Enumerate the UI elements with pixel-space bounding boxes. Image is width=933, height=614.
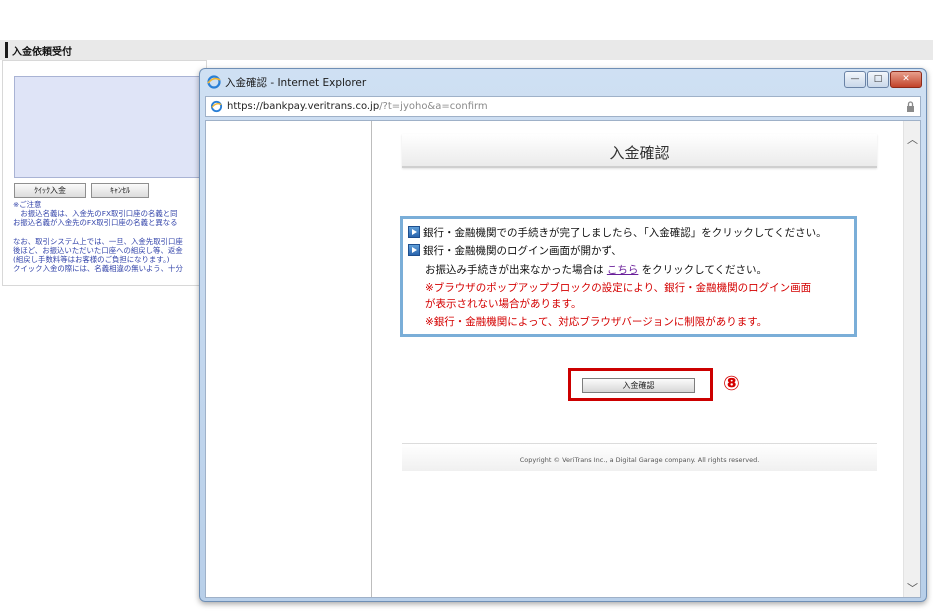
step-number-badge: ⑧	[723, 371, 740, 395]
instruction-line-2: 銀行・金融機関のログイン画面が開かず、	[423, 245, 622, 257]
vertical-scrollbar[interactable]: ︿ ﹀	[903, 121, 920, 597]
maximize-button[interactable]: □	[867, 71, 889, 88]
window-title: 入金確認 - Internet Explorer	[225, 77, 367, 89]
bullet-arrow-icon	[408, 244, 420, 256]
transfer-text-after: をクリックしてください。	[638, 264, 768, 276]
scroll-down-icon[interactable]: ﹀	[904, 580, 921, 597]
header-accent-bar	[5, 42, 8, 58]
heading-banner: 入金確認	[402, 134, 877, 168]
background-page-header: 入金依頼受付	[0, 40, 933, 60]
instruction-line-1: 銀行・金融機関での手続きが完了しましたら、「入金確認」をクリックしてください。	[423, 227, 827, 239]
ie-logo-icon	[207, 75, 221, 89]
browser-version-warning: ※銀行・金融機関によって、対応ブラウザバージョンに制限があります。	[425, 316, 768, 328]
scroll-up-icon[interactable]: ︿	[904, 131, 921, 148]
address-url: https://bankpay.veritrans.co.jp/?t=jyoho…	[227, 101, 488, 112]
lock-icon[interactable]	[906, 101, 915, 112]
instructions-box: 銀行・金融機関での手続きが完了しましたら、「入金確認」をクリックしてください。 …	[400, 216, 857, 337]
url-path: /?t=jyoho&a=confirm	[379, 101, 488, 112]
address-bar[interactable]: https://bankpay.veritrans.co.jp/?t=jyoho…	[205, 96, 921, 117]
url-host: https://bankpay.veritrans.co.jp	[227, 101, 380, 112]
ie-popup-window: 入金確認 - Internet Explorer — □ ✕ https://b…	[199, 68, 927, 602]
notes-text: ※ご注意 お振込名義は、入金先のFX取引口座の名義と同 お振込名義が入金先のFX…	[13, 200, 178, 227]
footer: Copyright © VeriTrans Inc., a Digital Ga…	[402, 443, 877, 471]
minimize-button[interactable]: —	[844, 71, 866, 88]
here-link[interactable]: こちら	[607, 264, 639, 276]
copyright-text: Copyright © VeriTrans Inc., a Digital Ga…	[519, 456, 760, 464]
bank-selection-area[interactable]	[14, 76, 204, 178]
browser-content: 入金確認 銀行・金融機関での手続きが完了しましたら、「入金確認」をクリックしてく…	[205, 120, 921, 598]
content-heading: 入金確認	[609, 144, 670, 162]
cancel-button[interactable]: ｷｬﾝｾﾙ	[91, 183, 149, 198]
popup-block-warning: ※ブラウザのポップアップブロックの設定により、銀行・金融機関のログイン画面	[425, 282, 812, 294]
deposit-confirm-button[interactable]: 入金確認	[582, 378, 695, 393]
bullet-arrow-icon	[408, 226, 420, 238]
ie-page-icon	[210, 100, 223, 113]
transfer-text-before: お振込み手続きが出来なかった場合は	[425, 264, 607, 276]
instruction-line-3: お振込み手続きが出来なかった場合は こちら をクリックしてください。	[425, 262, 767, 277]
quick-deposit-button[interactable]: ｸｲｯｸ入金	[14, 183, 86, 198]
page-title: 入金依頼受付	[12, 47, 72, 58]
left-frame	[206, 121, 372, 597]
window-titlebar[interactable]: 入金確認 - Internet Explorer — □ ✕	[200, 69, 926, 95]
close-button[interactable]: ✕	[890, 71, 922, 88]
notes-text-2: なお、取引システム上では、一旦、入金先取引口座 後ほど、お振込いただいた口座への…	[13, 237, 183, 273]
popup-block-warning-2: が表示されない場合があります。	[425, 298, 582, 310]
